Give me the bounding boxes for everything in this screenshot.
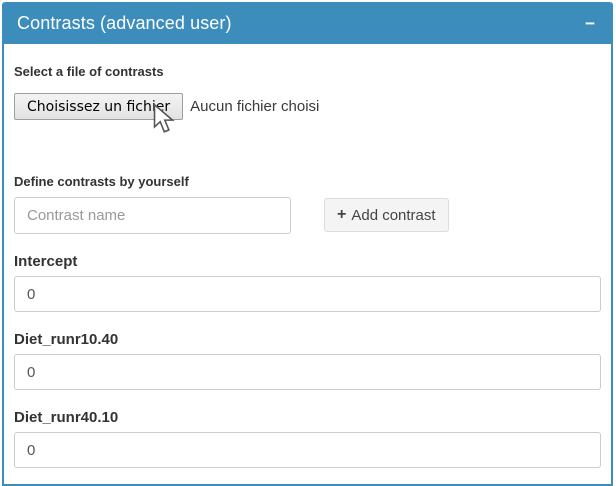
field-label: Diet_runr10.40 bbox=[14, 331, 601, 348]
intercept-input[interactable] bbox=[14, 276, 601, 312]
contrast-name-input[interactable] bbox=[14, 197, 291, 234]
diet-runr40-10-input[interactable] bbox=[14, 432, 601, 468]
file-status-text: Aucun fichier choisi bbox=[190, 98, 319, 115]
add-contrast-button[interactable]: + Add contrast bbox=[324, 198, 449, 232]
define-row: + Add contrast bbox=[14, 197, 601, 234]
diet-runr10-40-input[interactable] bbox=[14, 354, 601, 390]
define-section-label: Define contrasts by yourself bbox=[14, 174, 601, 189]
panel-header: Contrasts (advanced user) − bbox=[4, 2, 611, 44]
panel-body: Select a file of contrasts Choisissez un… bbox=[4, 44, 611, 478]
collapse-minus-icon[interactable]: − bbox=[581, 13, 599, 34]
file-section-label: Select a file of contrasts bbox=[14, 64, 601, 79]
file-input: Choisissez un fichier Aucun fichier choi… bbox=[14, 93, 601, 120]
define-contrasts-section: Define contrasts by yourself + Add contr… bbox=[14, 174, 601, 234]
panel-title: Contrasts (advanced user) bbox=[17, 13, 232, 34]
choose-file-button[interactable]: Choisissez un fichier bbox=[14, 93, 183, 120]
contrast-field-diet-runr10-40: Diet_runr10.40 bbox=[14, 331, 601, 390]
add-contrast-label: Add contrast bbox=[351, 207, 435, 224]
contrast-field-diet-runr40-10: Diet_runr40.10 bbox=[14, 409, 601, 468]
contrast-field-intercept: Intercept bbox=[14, 253, 601, 312]
field-label: Intercept bbox=[14, 253, 601, 270]
contrasts-panel: Contrasts (advanced user) − Select a fil… bbox=[2, 2, 613, 486]
field-label: Diet_runr40.10 bbox=[14, 409, 601, 426]
plus-icon: + bbox=[337, 206, 346, 224]
